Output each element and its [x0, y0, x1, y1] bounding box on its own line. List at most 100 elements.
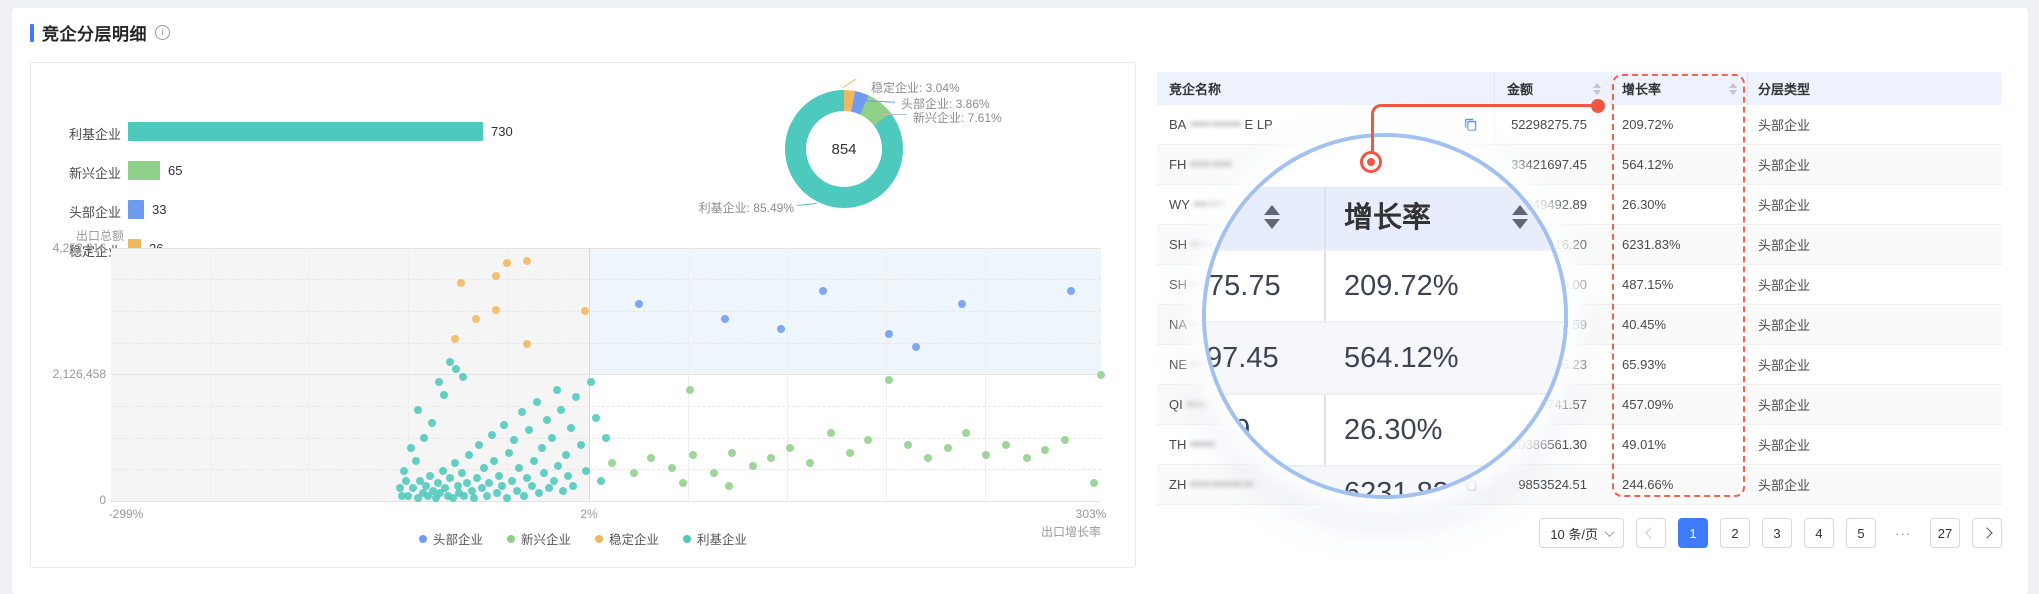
bar-value-label: 65: [168, 163, 183, 178]
page-button-3[interactable]: 3: [1762, 518, 1792, 548]
legend-label: 稳定企业: [609, 533, 660, 547]
title-accent-bar: [30, 23, 34, 42]
company-prefix: BA: [1169, 117, 1187, 132]
scatter-dot-新兴企业: [1022, 453, 1031, 462]
x-tick: 303%: [1075, 507, 1107, 521]
scatter-dot-利基企业: [439, 390, 448, 399]
redacted-company-name: ■■■■ ■■■■■■: [1189, 119, 1242, 130]
scatter-dot-利基企业: [504, 448, 513, 457]
redacted-company-name: ■■■■ ■■■■: [1189, 159, 1232, 170]
gridline: [688, 248, 689, 501]
page-size-select[interactable]: 10 条/页: [1539, 518, 1624, 548]
scatter-dot-新兴企业: [607, 459, 616, 468]
scatter-dot-利基企业: [427, 418, 436, 427]
company-prefix: SH: [1169, 277, 1188, 292]
scatter-dot-头部企业: [634, 299, 643, 308]
magnifier-overlay: 增长率 75.75 209.72% 97.45 564.12% 89 26.30…: [1202, 133, 1568, 499]
scatter-dot-新兴企业: [679, 479, 688, 488]
legend-item-利基企业[interactable]: 利基企业: [683, 529, 747, 548]
section-header: 竞企分层明细 i: [30, 20, 170, 45]
sort-icon[interactable]: [1593, 82, 1601, 95]
prev-page-button[interactable]: [1636, 518, 1666, 548]
magnifier-content: 增长率 75.75 209.72% 97.45 564.12% 89 26.30…: [1206, 137, 1564, 495]
magnified-growth-header: 增长率: [1344, 202, 1432, 234]
scatter-dot-新兴企业: [962, 428, 971, 437]
y-tick: 4,252,916: [52, 241, 106, 255]
scatter-dot-利基企业: [519, 491, 528, 500]
donut-leader-line: [796, 202, 817, 206]
bar-头部企业[interactable]: [128, 200, 144, 219]
legend-item-新兴企业[interactable]: 新兴企业: [506, 529, 571, 548]
column-header-分层类型: 分层类型: [1748, 72, 2002, 105]
scatter-dot-稳定企业: [450, 335, 459, 344]
bar-新兴企业[interactable]: [128, 161, 160, 180]
donut-slice-label: 稳定企业: 3.04%: [871, 81, 960, 95]
scatter-dot-利基企业: [413, 405, 422, 414]
scatter-dot-利基企业: [398, 491, 407, 500]
layer-type-cell: 头部企业: [1758, 198, 1811, 213]
scatter-dot-新兴企业: [1090, 479, 1099, 488]
page-button-4[interactable]: 4: [1804, 518, 1834, 548]
layer-type-cell: 头部企业: [1758, 158, 1811, 173]
page-button-2[interactable]: 2: [1720, 518, 1750, 548]
scatter-dot-新兴企业: [1061, 436, 1070, 445]
scatter-dot-利基企业: [451, 365, 460, 374]
scatter-dot-新兴企业: [845, 448, 854, 457]
sort-icon: [1512, 205, 1528, 229]
scatter-dot-利基企业: [547, 433, 556, 442]
scatter-dot-新兴企业: [923, 453, 932, 462]
table-header-row: 竞企名称 金额 增长率 分层类型: [1157, 72, 2002, 105]
page-button-1[interactable]: 1: [1678, 518, 1708, 548]
gridline: [111, 501, 1101, 502]
layer-type-cell: 头部企业: [1758, 238, 1811, 253]
company-prefix: TH: [1169, 437, 1187, 452]
scatter-dot-利基企业: [532, 398, 541, 407]
layer-type-cell: 头部企业: [1758, 318, 1811, 333]
scatter-dot-利基企业: [445, 357, 454, 366]
scatter-dot-稳定企业: [522, 340, 531, 349]
scatter-dot-利基企业: [495, 471, 504, 480]
magnified-growth-value: 26.30%: [1344, 414, 1443, 446]
scatter-dot-新兴企业: [943, 443, 952, 452]
chevron-down-icon: [1604, 526, 1615, 537]
callout-end-dot: [1591, 99, 1605, 113]
next-page-button[interactable]: [1972, 518, 2002, 548]
scatter-dot-稳定企业: [522, 256, 531, 265]
column-header-label: 分层类型: [1758, 82, 1811, 97]
scatter-dot-利基企业: [438, 466, 447, 475]
page-button-27[interactable]: 27: [1930, 518, 1960, 548]
info-icon[interactable]: i: [155, 25, 170, 40]
scatter-dot-头部企业: [818, 287, 827, 295]
bar-value-label: 730: [491, 124, 513, 139]
scatter-dot-新兴企业: [885, 375, 894, 384]
scatter-dot-新兴企业: [689, 451, 698, 460]
scatter-dot-利基企业: [400, 466, 409, 475]
scatter-dot-利基企业: [450, 459, 459, 468]
donut-leader-line: [842, 78, 856, 88]
legend-label: 利基企业: [697, 533, 748, 547]
scatter-dot-利基企业: [552, 385, 561, 394]
scatter-dot-利基企业: [527, 481, 536, 490]
scatter-dot-新兴企业: [668, 464, 677, 473]
scatter-dot-新兴企业: [982, 451, 991, 460]
bar-利基企业[interactable]: [128, 122, 483, 141]
scatter-dot-利基企业: [592, 413, 601, 422]
scatter-legend: 头部企业 新兴企业 稳定企业 利基企业: [31, 529, 1135, 548]
gridline: [886, 248, 887, 501]
row-separator: [1206, 321, 1564, 323]
legend-dot-icon: [506, 534, 515, 543]
page-button-5[interactable]: 5: [1846, 518, 1876, 548]
scatter-dot-新兴企业: [629, 469, 638, 478]
donut-slice-label: 新兴企业: 7.61%: [913, 111, 1002, 125]
scatter-dot-新兴企业: [903, 441, 912, 450]
gridline: [111, 406, 1101, 407]
scatter-dot-新兴企业: [709, 469, 718, 478]
gridline: [111, 279, 1101, 280]
magnified-amount-fragment: 75.75: [1208, 270, 1281, 302]
legend-item-稳定企业[interactable]: 稳定企业: [595, 529, 659, 548]
scatter-dot-利基企业: [537, 443, 546, 452]
company-suffix: E LP: [1244, 117, 1273, 132]
gridline: [309, 248, 310, 501]
row-separator: [1206, 465, 1564, 467]
legend-item-头部企业[interactable]: 头部企业: [418, 529, 483, 548]
